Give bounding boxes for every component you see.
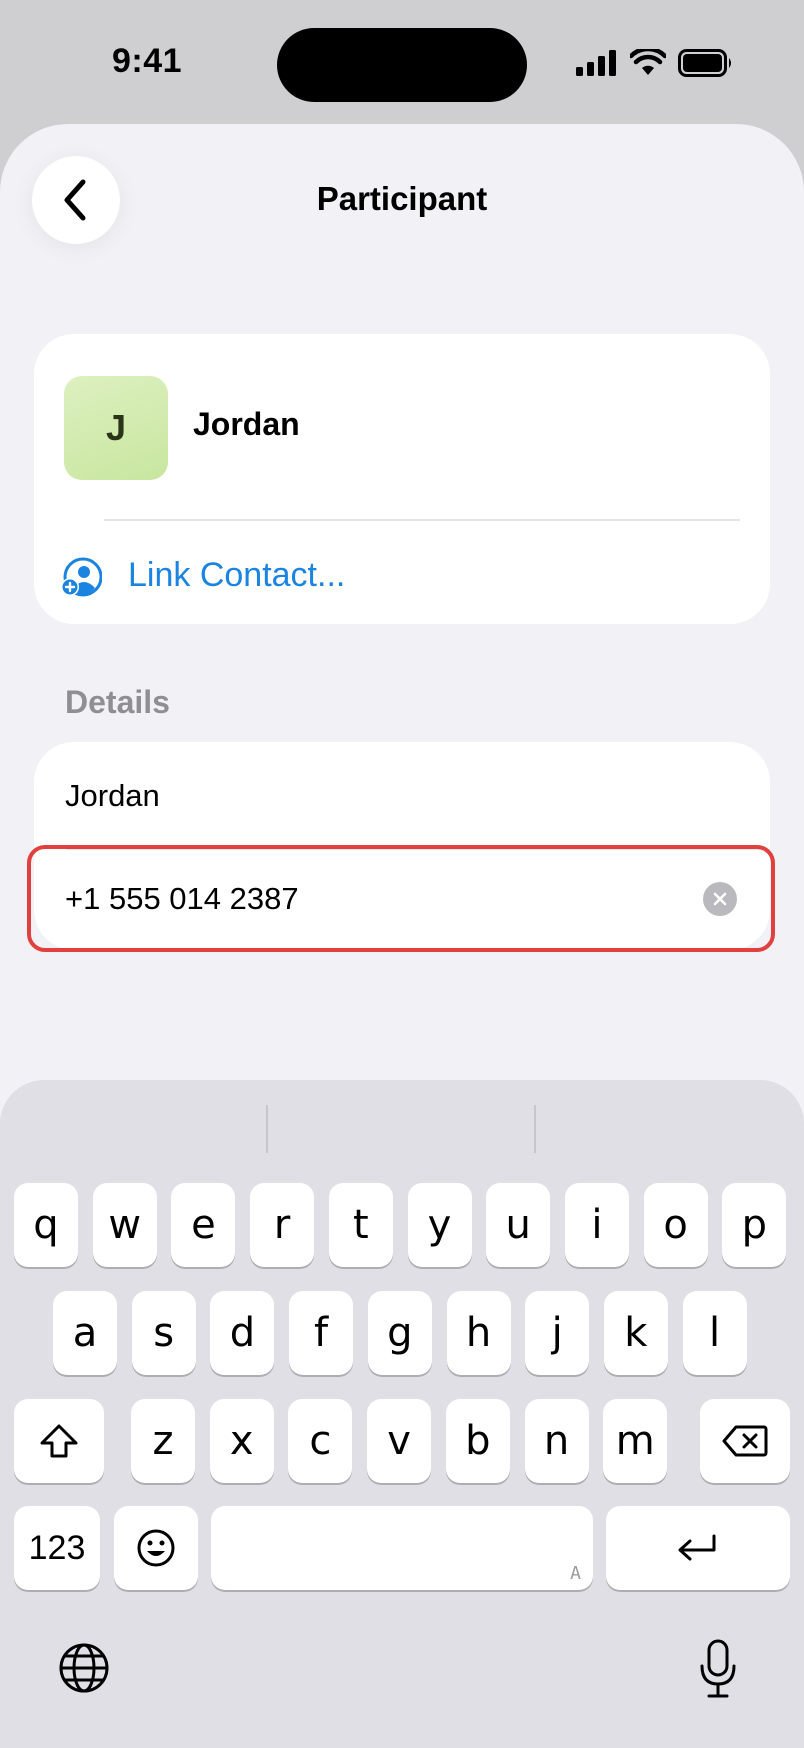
key-b[interactable]: b bbox=[445, 1399, 510, 1483]
battery-icon bbox=[678, 49, 731, 77]
key-e[interactable]: e bbox=[171, 1183, 236, 1267]
suggestion-divider bbox=[266, 1105, 268, 1153]
key-k[interactable]: k bbox=[603, 1291, 668, 1375]
microphone-icon[interactable] bbox=[698, 1638, 738, 1700]
link-contact-button[interactable]: Link Contact... bbox=[128, 556, 345, 595]
shift-icon bbox=[40, 1424, 78, 1458]
details-section-label: Details bbox=[65, 684, 170, 720]
key-c[interactable]: c bbox=[288, 1399, 353, 1483]
page-title: Participant bbox=[316, 180, 488, 217]
status-time: 9:41 bbox=[112, 42, 183, 80]
key-x[interactable]: x bbox=[209, 1399, 274, 1483]
numbers-key[interactable]: 123 bbox=[14, 1506, 100, 1590]
key-p[interactable]: p bbox=[722, 1183, 787, 1267]
key-o[interactable]: o bbox=[643, 1183, 708, 1267]
key-g[interactable]: g bbox=[367, 1291, 432, 1375]
key-v[interactable]: v bbox=[367, 1399, 432, 1483]
key-z[interactable]: z bbox=[131, 1399, 195, 1483]
wifi-icon bbox=[630, 49, 666, 75]
card-divider bbox=[104, 519, 740, 521]
globe-icon[interactable] bbox=[58, 1642, 110, 1694]
key-h[interactable]: h bbox=[446, 1291, 511, 1375]
emoji-icon bbox=[137, 1529, 175, 1567]
return-icon bbox=[678, 1534, 716, 1561]
key-u[interactable]: u bbox=[486, 1183, 551, 1267]
shift-key[interactable] bbox=[14, 1399, 104, 1483]
key-s[interactable]: s bbox=[131, 1291, 196, 1375]
suggestion-divider bbox=[534, 1105, 536, 1153]
key-d[interactable]: d bbox=[210, 1291, 275, 1375]
space-key[interactable]: A bbox=[211, 1506, 593, 1590]
key-t[interactable]: t bbox=[328, 1183, 393, 1267]
key-a[interactable]: a bbox=[53, 1291, 117, 1375]
key-n[interactable]: n bbox=[524, 1399, 589, 1483]
key-w[interactable]: w bbox=[92, 1183, 157, 1267]
backspace-icon bbox=[722, 1425, 768, 1457]
backspace-key[interactable] bbox=[700, 1399, 790, 1483]
return-key[interactable] bbox=[606, 1506, 790, 1590]
key-l[interactable]: l bbox=[682, 1291, 747, 1375]
phone-field-highlight bbox=[27, 845, 775, 952]
key-i[interactable]: i bbox=[564, 1183, 629, 1267]
key-f[interactable]: f bbox=[289, 1291, 354, 1375]
status-icons bbox=[576, 46, 734, 80]
name-field[interactable]: Jordan bbox=[65, 778, 160, 814]
key-j[interactable]: j bbox=[525, 1291, 590, 1375]
key-q[interactable]: q bbox=[14, 1183, 78, 1267]
dynamic-island bbox=[277, 28, 527, 102]
key-m[interactable]: m bbox=[603, 1399, 668, 1483]
cellular-signal-icon bbox=[576, 50, 616, 76]
space-hint: A bbox=[570, 1563, 581, 1584]
emoji-key[interactable] bbox=[114, 1506, 198, 1590]
key-r[interactable]: r bbox=[250, 1183, 315, 1267]
link-contact-icon bbox=[61, 557, 102, 597]
avatar: J bbox=[64, 376, 168, 480]
key-y[interactable]: y bbox=[407, 1183, 472, 1267]
participant-name: Jordan bbox=[193, 406, 300, 442]
